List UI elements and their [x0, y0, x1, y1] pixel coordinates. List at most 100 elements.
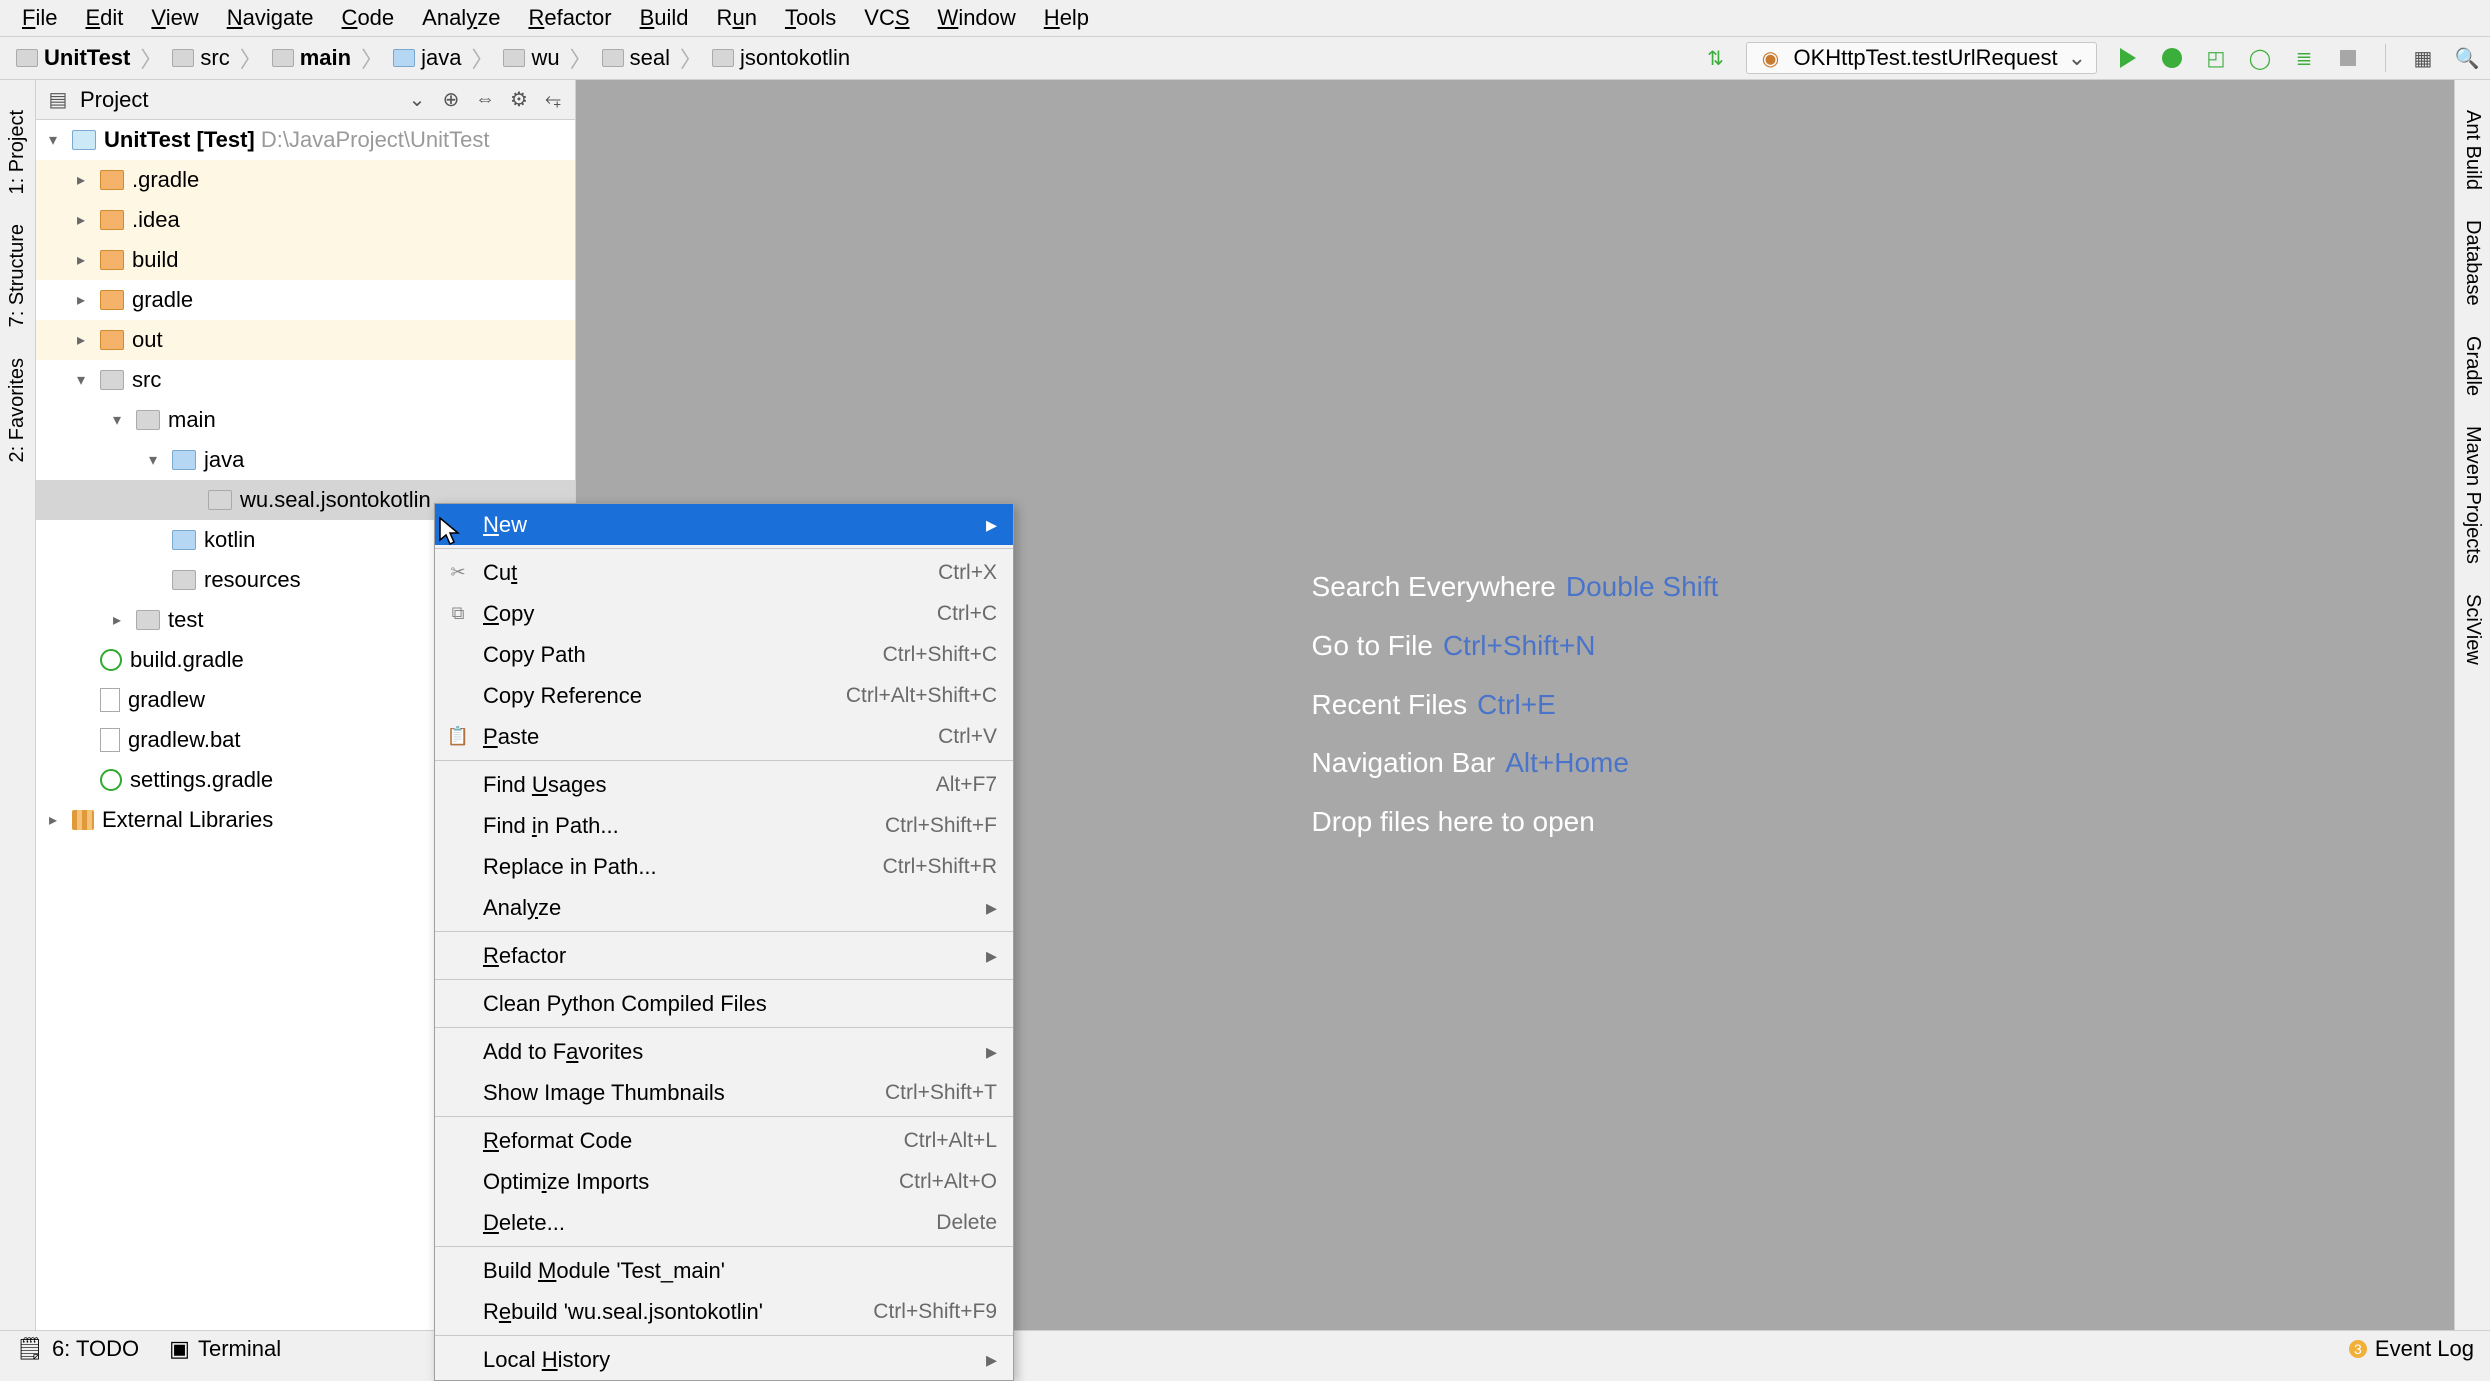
status-todo[interactable]: 🗒 6: TODO	[16, 1336, 139, 1362]
hide-icon[interactable]: ⥆	[541, 88, 565, 112]
collapse-icon[interactable]: ⇔	[473, 88, 497, 112]
stop-button[interactable]	[2335, 45, 2361, 71]
tree-row-unittest[interactable]: ▾UnitTest [Test] D:\JavaProject\UnitTest	[36, 120, 575, 160]
menu-code[interactable]: Code	[328, 1, 409, 35]
ctx-copy-reference[interactable]: Copy ReferenceCtrl+Alt+Shift+C	[435, 675, 1013, 716]
breadcrumb-src[interactable]: src	[166, 43, 235, 73]
ctx-show-image-thumbnails[interactable]: Show Image ThumbnailsCtrl+Shift+T	[435, 1072, 1013, 1113]
ctx-paste[interactable]: 📋PasteCtrl+V	[435, 716, 1013, 757]
ctx-build-module-test-main-[interactable]: Build Module 'Test_main'	[435, 1250, 1013, 1291]
tree-label: gradle	[132, 287, 193, 313]
menu-vcs[interactable]: VCS	[850, 1, 923, 35]
hint-shortcut: Ctrl+Shift+N	[1443, 617, 1596, 676]
breadcrumb[interactable]: UnitTest〉src〉main〉java〉wu〉seal〉jsontokot…	[10, 42, 856, 74]
tool-tab--project[interactable]: 1: Project	[6, 110, 29, 194]
tool-tab-gradle[interactable]: Gradle	[2461, 336, 2484, 396]
tool-tab-sciview[interactable]: SciView	[2461, 594, 2484, 665]
menu-view[interactable]: View	[137, 1, 212, 35]
ctx-add-to-favorites[interactable]: Add to Favorites▸	[435, 1031, 1013, 1072]
tool-tab-maven-projects[interactable]: Maven Projects	[2461, 426, 2484, 564]
breadcrumb-java[interactable]: java	[387, 43, 467, 73]
menu-tools[interactable]: Tools	[771, 1, 850, 35]
target-icon[interactable]: ⊕	[439, 88, 463, 112]
ctx-rebuild-wu-seal-jsontokotlin-[interactable]: Rebuild 'wu.seal.jsontokotlin'Ctrl+Shift…	[435, 1291, 1013, 1332]
tool-tab-database[interactable]: Database	[2461, 220, 2484, 306]
profile-button[interactable]: ◯	[2247, 45, 2273, 71]
tree-row--gradle[interactable]: ▸.gradle	[36, 160, 575, 200]
tree-row-out[interactable]: ▸out	[36, 320, 575, 360]
tree-row-main[interactable]: ▾main	[36, 400, 575, 440]
breadcrumb-wu[interactable]: wu	[497, 43, 565, 73]
ctx-reformat-code[interactable]: Reformat CodeCtrl+Alt+L	[435, 1120, 1013, 1161]
tree-row--idea[interactable]: ▸.idea	[36, 200, 575, 240]
chevron-right-icon[interactable]: ▸	[106, 610, 128, 630]
trace-button[interactable]: ≣	[2291, 45, 2317, 71]
update-icon[interactable]: ⇅	[1702, 45, 1728, 71]
menu-bar: FileEditViewNavigateCodeAnalyzeRefactorB…	[0, 0, 2490, 36]
chevron-right-icon[interactable]: ▸	[70, 250, 92, 270]
tree-label: build.gradle	[130, 647, 244, 673]
menu-navigate[interactable]: Navigate	[213, 1, 328, 35]
blank-icon	[445, 897, 471, 919]
chevron-right-icon[interactable]: ▸	[70, 210, 92, 230]
search-icon[interactable]: 🔍	[2454, 45, 2480, 71]
menu-analyze[interactable]: Analyze	[408, 1, 514, 35]
status-terminal[interactable]: ▣ Terminal	[169, 1336, 281, 1362]
breadcrumb-main[interactable]: main	[266, 43, 357, 73]
chevron-down-icon[interactable]: ▾	[142, 450, 164, 470]
blank-icon	[445, 1301, 471, 1323]
tool-tab--structure[interactable]: 7: Structure	[6, 224, 29, 327]
chevron-down-icon[interactable]: ▾	[42, 130, 64, 150]
gear-icon[interactable]: ⚙	[507, 88, 531, 112]
run-config-selector[interactable]: ◉ OKHttpTest.testUrlRequest ⌄	[1746, 42, 2097, 74]
menu-help[interactable]: Help	[1030, 1, 1103, 35]
tree-row-src[interactable]: ▾src	[36, 360, 575, 400]
breadcrumb-jsontokotlin[interactable]: jsontokotlin	[706, 43, 856, 73]
coverage-button[interactable]: ◰	[2203, 45, 2229, 71]
chevron-down-icon[interactable]: ▾	[106, 410, 128, 430]
tree-row-build[interactable]: ▸build	[36, 240, 575, 280]
ctx-analyze[interactable]: Analyze▸	[435, 887, 1013, 928]
ctx-shortcut: Ctrl+Alt+Shift+C	[846, 684, 997, 708]
debug-button[interactable]	[2159, 45, 2185, 71]
status-eventlog[interactable]: 3 Event Log	[2349, 1336, 2474, 1362]
ctx-shortcut: Ctrl+Shift+T	[885, 1081, 997, 1105]
breadcrumb-seal[interactable]: seal	[596, 43, 676, 73]
ctx-refactor[interactable]: Refactor▸	[435, 935, 1013, 976]
tool-tab--favorites[interactable]: 2: Favorites	[6, 358, 29, 462]
run-button[interactable]	[2115, 45, 2141, 71]
chevron-right-icon[interactable]: ▸	[70, 290, 92, 310]
ctx-cut[interactable]: ✂CutCtrl+X	[435, 552, 1013, 593]
ctx-clean-python-compiled-files[interactable]: Clean Python Compiled Files	[435, 983, 1013, 1024]
menu-file[interactable]: File	[8, 1, 71, 35]
ctx-copy[interactable]: ⧉CopyCtrl+C	[435, 593, 1013, 634]
layout-button[interactable]: ▦	[2410, 45, 2436, 71]
menu-run[interactable]: Run	[703, 1, 771, 35]
ctx-find-in-path-[interactable]: Find in Path...Ctrl+Shift+F	[435, 805, 1013, 846]
chevron-down-icon[interactable]: ▾	[70, 370, 92, 390]
ctx-new[interactable]: New▸	[435, 504, 1013, 545]
ctx-delete-[interactable]: Delete...Delete	[435, 1202, 1013, 1243]
tree-row-gradle[interactable]: ▸ gradle	[36, 280, 575, 320]
chevron-down-icon[interactable]: ⌄	[405, 88, 429, 112]
menu-edit[interactable]: Edit	[71, 1, 137, 35]
breadcrumb-unittest[interactable]: UnitTest	[10, 43, 136, 73]
ctx-local-history[interactable]: Local History▸	[435, 1339, 1013, 1380]
breadcrumb-label: wu	[531, 45, 559, 71]
menu-refactor[interactable]: Refactor	[514, 1, 625, 35]
tree-row-java[interactable]: ▾java	[36, 440, 575, 480]
ctx-copy-path[interactable]: Copy PathCtrl+Shift+C	[435, 634, 1013, 675]
ctx-find-usages[interactable]: Find UsagesAlt+F7	[435, 764, 1013, 805]
tool-tab-ant-build[interactable]: Ant Build	[2461, 110, 2484, 190]
ctx-optimize-imports[interactable]: Optimize Imports Ctrl+Alt+O	[435, 1161, 1013, 1202]
menu-build[interactable]: Build	[626, 1, 703, 35]
ctx-shortcut: Ctrl+Alt+O	[899, 1170, 997, 1194]
chevron-right-icon[interactable]: ▸	[70, 330, 92, 350]
chevron-right-icon[interactable]: ▸	[70, 170, 92, 190]
menu-window[interactable]: Window	[924, 1, 1030, 35]
ctx-shortcut: Delete	[936, 1211, 997, 1235]
chevron-right-icon[interactable]: ▸	[42, 810, 64, 830]
ctx-replace-in-path-[interactable]: Replace in Path...Ctrl+Shift+R	[435, 846, 1013, 887]
ctx-label: Optimize Imports	[483, 1169, 887, 1195]
context-menu[interactable]: New▸ ✂CutCtrl+X⧉CopyCtrl+CCopy PathCtrl+S…	[434, 503, 1014, 1381]
